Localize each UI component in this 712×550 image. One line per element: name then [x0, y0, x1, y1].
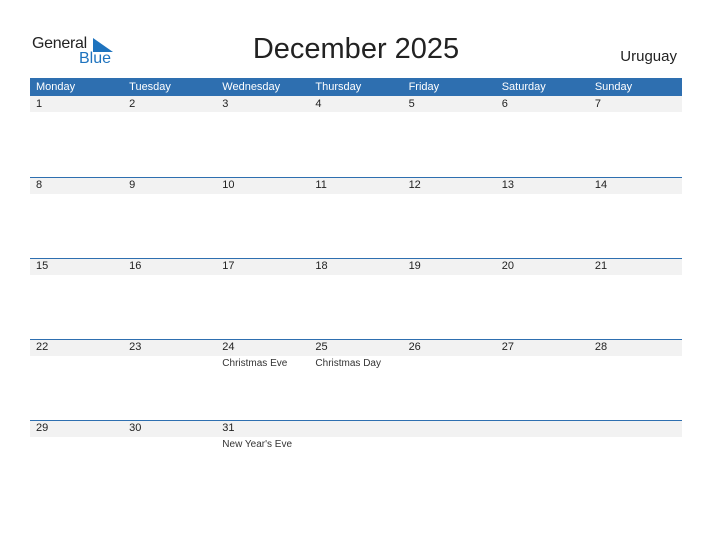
day-number: 23: [129, 341, 142, 353]
weekday-sunday: Sunday: [594, 81, 633, 93]
holiday-label: Christmas Eve: [222, 358, 288, 369]
day-cell: 21: [589, 258, 682, 339]
day-number: 11: [315, 179, 327, 191]
weekday-saturday: Saturday: [501, 81, 546, 93]
day-cell: 23: [123, 339, 216, 420]
day-cell: 29: [30, 420, 123, 501]
day-number: 21: [594, 260, 608, 272]
week-row: 29 30 31 New Year's Eve: [30, 420, 682, 501]
day-number: 13: [501, 179, 514, 191]
day-cell: 8: [30, 177, 123, 258]
day-cell: [403, 420, 496, 501]
day-number: 9: [129, 179, 136, 191]
day-number: 2: [129, 98, 136, 110]
day-cell: [496, 420, 589, 501]
day-cell: 20: [496, 258, 589, 339]
day-number: 15: [36, 260, 49, 272]
day-cell: 1: [30, 96, 123, 177]
week-row: 22 23 24 Christmas Eve 25 Christmas Day 26 27 28: [30, 339, 682, 420]
day-number: 1: [36, 98, 43, 110]
day-cell: 28: [589, 339, 682, 420]
day-cell: 14: [589, 177, 682, 258]
calendar-title: December 2025: [252, 33, 460, 65]
day-number: 17: [222, 260, 235, 272]
week-row: 8 9 10 11 12 13 14: [30, 177, 682, 258]
day-number: 27: [501, 341, 514, 353]
day-number: 16: [129, 260, 142, 272]
day-cell: 15: [30, 258, 123, 339]
day-cell: 3: [216, 96, 309, 177]
day-number: 31: [222, 422, 235, 434]
day-cell: 9: [123, 177, 216, 258]
day-cell: 7: [589, 96, 682, 177]
day-cell: 10: [216, 177, 309, 258]
weekday-wednesday: Wednesday: [222, 81, 281, 93]
day-number: 3: [222, 98, 229, 110]
day-number: 19: [408, 260, 421, 272]
day-cell: 19: [403, 258, 496, 339]
day-number: 6: [501, 98, 508, 110]
day-number: 25: [315, 341, 328, 353]
weekday-thursday: Thursday: [315, 81, 362, 93]
week-row: 15 16 17 18 19 20 21: [30, 258, 682, 339]
holiday-label: Christmas Day: [315, 358, 381, 369]
day-number: 4: [315, 98, 322, 110]
day-number: 28: [594, 341, 608, 353]
day-cell: 24 Christmas Eve: [216, 339, 309, 420]
weekday-monday: Monday: [36, 81, 76, 93]
day-cell: [589, 420, 682, 501]
day-cell: 31 New Year's Eve: [216, 420, 309, 501]
day-number: 22: [36, 341, 49, 353]
day-cell: 18: [309, 258, 402, 339]
week-row: 1 2 3 4 5 6 7: [30, 96, 682, 177]
day-cell: 27: [496, 339, 589, 420]
day-cell: 25 Christmas Day: [309, 339, 402, 420]
day-number: 20: [501, 260, 514, 272]
day-cell: 12: [403, 177, 496, 258]
day-cell: 26: [403, 339, 496, 420]
day-cell: 5: [403, 96, 496, 177]
day-number: 7: [594, 98, 601, 110]
country-label: Uruguay: [620, 48, 677, 65]
day-number: 18: [315, 260, 328, 272]
day-cell: 2: [123, 96, 216, 177]
day-number: 29: [36, 422, 49, 434]
day-number: 14: [594, 179, 608, 191]
holiday-label: New Year's Eve: [222, 439, 293, 450]
day-number: 26: [408, 341, 421, 353]
day-cell: 13: [496, 177, 589, 258]
weekday-friday: Friday: [408, 81, 440, 93]
day-number: 10: [222, 179, 235, 191]
day-number: 30: [129, 422, 142, 434]
day-number: 8: [36, 179, 43, 191]
day-number: 12: [408, 179, 421, 191]
day-cell: 6: [496, 96, 589, 177]
day-cell: 16: [123, 258, 216, 339]
day-cell: 11: [309, 177, 402, 258]
day-cell: 22: [30, 339, 123, 420]
day-number: 24: [222, 341, 235, 353]
day-cell: 17: [216, 258, 309, 339]
weekday-header: Monday Tuesday Wednesday Thursday Friday…: [30, 78, 682, 96]
day-cell: [309, 420, 402, 501]
day-cell: 30: [123, 420, 216, 501]
weekday-tuesday: Tuesday: [129, 81, 171, 93]
day-cell: 4: [309, 96, 402, 177]
day-number: 5: [408, 98, 415, 110]
